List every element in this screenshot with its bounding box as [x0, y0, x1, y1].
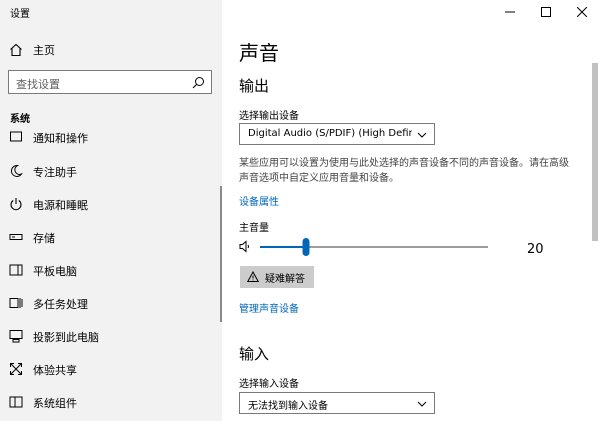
nav-item-label: 体验共享 — [33, 364, 77, 377]
sound-settings-page: 声音 输出 选择输出设备 Digital Audio (S/PDIF) (Hig… — [222, 0, 600, 421]
output-description: 某些应用可以设置为使用与此处选择的声音设备不同的声音设备。请在高级声音选项中自定… — [239, 158, 569, 184]
speaker-icon[interactable] — [239, 240, 252, 253]
output-device-value: Digital Audio (S/PDIF) (High Definiti... — [248, 128, 412, 139]
notification-icon — [9, 130, 23, 144]
slider-thumb[interactable] — [302, 238, 310, 256]
input-device-value: 无法找到输入设备 — [248, 401, 328, 412]
storage-icon — [9, 230, 23, 244]
close-button[interactable] — [564, 0, 600, 24]
maximize-button[interactable] — [528, 0, 564, 24]
input-heading: 输入 — [239, 345, 270, 363]
nav-item-label: 通知和操作 — [33, 132, 88, 145]
nav-item-system-components[interactable]: 系统组件 — [0, 387, 222, 419]
chevron-down-icon — [417, 401, 427, 407]
search-icon[interactable] — [192, 76, 205, 89]
window-caption-buttons — [492, 0, 600, 24]
close-icon — [577, 7, 587, 17]
moon-icon — [9, 164, 23, 178]
nav-home-label: 主页 — [33, 44, 55, 57]
window-title: 设置 — [10, 9, 30, 20]
components-icon — [9, 395, 23, 409]
device-properties-link[interactable]: 设备属性 — [239, 193, 279, 208]
nav-item-label: 电源和睡眠 — [33, 199, 88, 212]
master-volume-label: 主音量 — [239, 223, 269, 234]
page-title: 声音 — [239, 41, 279, 65]
settings-nav-pane: 设置 主页 查找设置 系统 通知和操作 专注助手 电源和睡眠 存储 平板电脑 多… — [0, 0, 222, 421]
nav-item-shared-experiences[interactable]: 体验共享 — [0, 354, 222, 386]
nav-item-power-sleep[interactable]: 电源和睡眠 — [0, 189, 222, 221]
content-scrollbar[interactable] — [592, 63, 598, 241]
nav-item-label: 平板电脑 — [33, 265, 77, 278]
minimize-button[interactable] — [492, 0, 528, 24]
nav-item-label: 多任务处理 — [33, 298, 88, 311]
nav-home[interactable]: 主页 — [8, 41, 55, 59]
warning-icon — [247, 271, 259, 282]
troubleshoot-button[interactable]: 疑难解答 — [240, 266, 314, 288]
nav-item-label: 投影到此电脑 — [33, 331, 99, 344]
output-device-label: 选择输出设备 — [239, 111, 299, 122]
manage-sound-devices-link[interactable]: 管理声音设备 — [239, 300, 299, 315]
tablet-icon — [9, 263, 23, 277]
nav-item-storage[interactable]: 存储 — [0, 222, 222, 254]
shared-experience-icon — [9, 362, 23, 376]
master-volume-slider[interactable] — [260, 237, 488, 257]
search-input[interactable]: 查找设置 — [8, 70, 212, 94]
nav-item-label: 专注助手 — [33, 166, 77, 179]
slider-fill — [260, 246, 306, 248]
output-device-select[interactable]: Digital Audio (S/PDIF) (High Definiti... — [239, 123, 435, 145]
power-icon — [9, 197, 23, 211]
search-placeholder: 查找设置 — [16, 78, 60, 91]
multitask-icon — [9, 296, 23, 310]
nav-section-heading: 系统 — [10, 114, 30, 125]
nav-item-tablet[interactable]: 平板电脑 — [0, 255, 222, 287]
input-device-label: 选择输入设备 — [239, 379, 299, 390]
troubleshoot-label: 疑难解答 — [265, 273, 305, 285]
maximize-icon — [541, 7, 551, 17]
nav-item-project[interactable]: 投影到此电脑 — [0, 321, 222, 353]
output-heading: 输出 — [239, 77, 270, 95]
chevron-down-icon — [417, 132, 427, 138]
nav-item-focus-assist[interactable]: 专注助手 — [0, 156, 222, 188]
input-device-select[interactable]: 无法找到输入设备 — [239, 392, 435, 414]
home-icon — [8, 42, 24, 58]
minimize-icon — [505, 11, 515, 13]
nav-item-multitasking[interactable]: 多任务处理 — [0, 288, 222, 320]
project-icon — [9, 329, 23, 343]
nav-item-notifications[interactable]: 通知和操作 — [0, 125, 222, 149]
volume-value: 20 — [527, 242, 544, 257]
nav-item-label: 存储 — [33, 232, 55, 245]
nav-item-label: 系统组件 — [33, 397, 77, 410]
